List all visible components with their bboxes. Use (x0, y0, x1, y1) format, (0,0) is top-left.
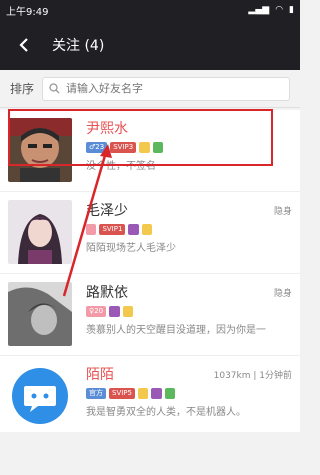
contact-name: 毛泽少 (86, 203, 128, 219)
level-badge (128, 224, 139, 235)
contact-name: 陌陌 (86, 367, 114, 383)
contact-meta: 隐身 (273, 288, 292, 299)
contact-name: 尹熙水 (86, 121, 128, 137)
sort-button[interactable]: 排序 (10, 80, 34, 97)
avatar[interactable] (8, 364, 72, 428)
star-badge (141, 224, 153, 235)
contact-row[interactable]: 毛泽少 隐身 SVIP1 陌陌现场艺人毛泽少 (0, 192, 300, 274)
gender-badge (86, 224, 97, 235)
star-badge (122, 306, 133, 317)
contact-name: 路默依 (86, 285, 128, 301)
gender-age-badge: ♂23 (86, 142, 108, 153)
bottom-area (0, 432, 300, 475)
search-input[interactable] (66, 82, 283, 95)
contact-signature: 我是智勇双全的人类，不是机器人。 (86, 407, 246, 418)
battery-icon: ▮ (289, 5, 294, 15)
badge-group: 官方 SVIP5 (86, 388, 292, 399)
signal-icon: ▂▄▆ (248, 5, 270, 15)
level-badge (109, 306, 120, 317)
page-title: 关注 (4) (52, 38, 105, 54)
level-badge (152, 142, 164, 153)
avatar[interactable] (8, 282, 72, 346)
contact-row[interactable]: 路默依 隐身 ♀20 羡慕别人的天空醒目没道理，因为你是一 (0, 274, 300, 356)
avatar[interactable] (8, 118, 72, 182)
status-bar: 上午9:49 ▂▄▆ ◠ ▮ (0, 0, 300, 20)
contact-list: 尹熙水 ♂23 SVIP3 没个性，不签名 毛泽少 隐身 SVIP1 陌陌现场艺… (0, 110, 300, 438)
contact-meta: 1037km | 1分钟前 (213, 370, 292, 381)
contact-row[interactable]: 陌陌 1037km | 1分钟前 官方 SVIP5 我是智勇双全的人类，不是机器… (0, 356, 300, 438)
search-box[interactable] (42, 76, 290, 101)
contact-signature: 没个性，不签名 (86, 161, 156, 172)
nav-bar: 关注 (4) (0, 20, 300, 70)
badge-group: SVIP1 (86, 224, 292, 235)
contact-info: 毛泽少 隐身 SVIP1 陌陌现场艺人毛泽少 (72, 200, 292, 265)
contact-signature: 陌陌现场艺人毛泽少 (86, 243, 176, 254)
contact-row[interactable]: 尹熙水 ♂23 SVIP3 没个性，不签名 (0, 110, 300, 192)
star-badge (137, 388, 149, 399)
search-icon (49, 83, 60, 94)
contact-info: 路默依 隐身 ♀20 羡慕别人的天空醒目没道理，因为你是一 (72, 282, 292, 347)
gender-age-badge: ♀20 (86, 306, 107, 317)
svip-badge: SVIP3 (110, 142, 137, 153)
contact-meta: 隐身 (273, 206, 292, 217)
avatar[interactable] (8, 200, 72, 264)
svip-badge: SVIP1 (99, 224, 126, 235)
extra-badge (164, 388, 176, 399)
badge-group: ♀20 (86, 306, 292, 317)
star-badge (139, 142, 150, 153)
level-badge (151, 388, 162, 399)
badge-group: ♂23 SVIP3 (86, 142, 292, 153)
official-badge: 官方 (86, 388, 106, 399)
search-bar: 排序 (0, 70, 300, 108)
svip-badge: SVIP5 (109, 388, 135, 399)
wifi-icon: ◠ (275, 5, 284, 15)
status-time: 上午9:49 (6, 6, 49, 18)
back-button[interactable] (14, 35, 34, 55)
chevron-left-icon (19, 38, 28, 52)
contact-signature: 羡慕别人的天空醒目没道理，因为你是一 (86, 325, 266, 336)
status-icons: ▂▄▆ ◠ ▮ (248, 5, 294, 15)
contact-info: 尹熙水 ♂23 SVIP3 没个性，不签名 (72, 118, 292, 183)
contact-info: 陌陌 1037km | 1分钟前 官方 SVIP5 我是智勇双全的人类，不是机器… (72, 364, 292, 429)
